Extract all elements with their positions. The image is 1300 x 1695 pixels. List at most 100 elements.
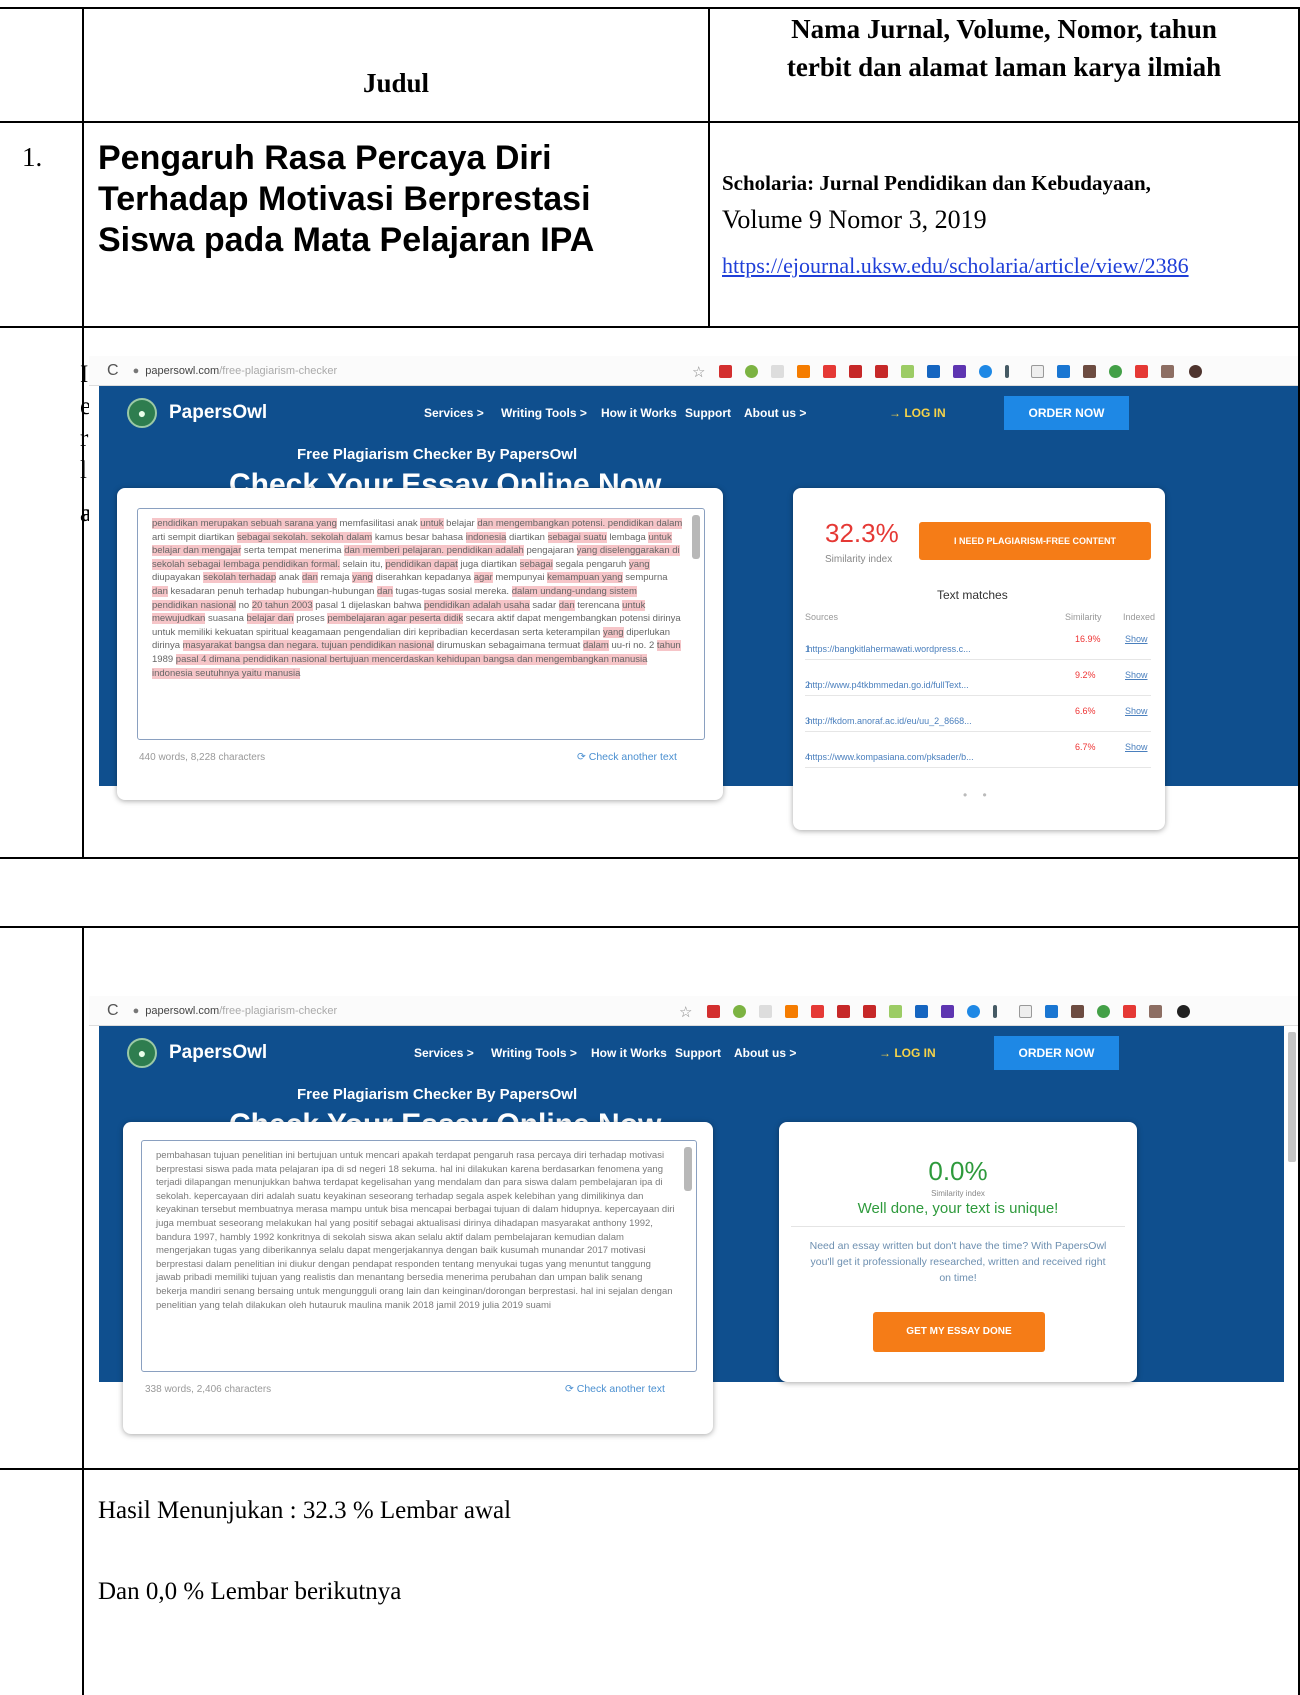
extension-icon[interactable] xyxy=(823,365,836,378)
extension-icon[interactable] xyxy=(1031,365,1044,378)
textarea-scrollbar[interactable] xyxy=(692,515,700,559)
order-now-button[interactable]: ORDER NOW xyxy=(1004,396,1129,430)
owl-logo-icon[interactable]: ● xyxy=(127,1038,157,1068)
nav-how-it-works[interactable]: How it Works xyxy=(591,1046,667,1060)
reload-icon[interactable]: C xyxy=(107,1002,119,1020)
extension-icon[interactable] xyxy=(967,1005,980,1018)
check-another-label: Check another text xyxy=(588,751,677,763)
nav-about[interactable]: About us > xyxy=(734,1046,796,1060)
extension-icon[interactable] xyxy=(1149,1005,1162,1018)
highlighted-match: yang xyxy=(352,572,373,584)
extension-icon[interactable] xyxy=(941,1005,954,1018)
extension-icon[interactable] xyxy=(719,365,732,378)
match-show-link[interactable]: Show xyxy=(1125,742,1148,752)
match-url[interactable]: 2 http://www.p4tkbmmedan.go.id/fullText.… xyxy=(805,670,969,690)
extension-icon[interactable] xyxy=(797,365,810,378)
extension-icon[interactable] xyxy=(1123,1005,1136,1018)
nav-services[interactable]: Services > xyxy=(424,406,484,420)
extension-icon[interactable] xyxy=(1019,1005,1032,1018)
extension-icon[interactable] xyxy=(993,1005,997,1018)
extension-icon[interactable] xyxy=(1071,1005,1084,1018)
login-link[interactable]: → LOG IN xyxy=(879,1046,936,1060)
extension-icon[interactable] xyxy=(889,1005,902,1018)
extension-icon[interactable] xyxy=(811,1005,824,1018)
extension-icon[interactable] xyxy=(849,365,862,378)
extension-icon[interactable] xyxy=(1109,365,1122,378)
extension-icon[interactable] xyxy=(1083,365,1096,378)
match-similarity: 9.2% xyxy=(1075,670,1096,680)
extension-icon[interactable] xyxy=(745,365,758,378)
nav-support[interactable]: Support xyxy=(675,1046,721,1060)
extension-icon[interactable] xyxy=(733,1005,746,1018)
screenshot-plagiarism-1: C ● papersowl.com/free-plagiarism-checke… xyxy=(89,356,1298,856)
reload-icon[interactable]: C xyxy=(107,362,119,380)
nav-support[interactable]: Support xyxy=(685,406,731,420)
nav-how-it-works[interactable]: How it Works xyxy=(601,406,677,420)
extension-icon[interactable] xyxy=(707,1005,720,1018)
extension-icon[interactable] xyxy=(979,365,992,378)
extension-icon[interactable] xyxy=(1097,1005,1110,1018)
textarea-scrollbar[interactable] xyxy=(684,1147,692,1191)
profile-avatar[interactable] xyxy=(1189,365,1202,378)
brand-name[interactable]: PapersOwl xyxy=(169,1042,267,1064)
essay-segment: selain itu, xyxy=(340,558,386,570)
login-icon: → xyxy=(879,1046,891,1060)
check-another-link[interactable]: ⟳ Check another text xyxy=(565,1383,665,1395)
extension-icon[interactable] xyxy=(759,1005,772,1018)
match-url[interactable]: 4 https://www.kompasiana.com/pksader/b..… xyxy=(805,742,974,762)
extension-icon[interactable] xyxy=(927,365,940,378)
extension-icon[interactable] xyxy=(953,365,966,378)
extension-icon[interactable] xyxy=(901,365,914,378)
login-label: LOG IN xyxy=(904,406,946,420)
nav-writing-tools[interactable]: Writing Tools > xyxy=(491,1046,577,1060)
brand-name[interactable]: PapersOwl xyxy=(169,402,267,424)
extension-icon[interactable] xyxy=(1057,365,1070,378)
extension-icon[interactable] xyxy=(1135,365,1148,378)
extension-icon[interactable] xyxy=(1045,1005,1058,1018)
essay-textarea[interactable]: pembahasan tujuan penelitian ini bertuju… xyxy=(141,1140,697,1372)
essay-textarea[interactable]: pendidikan merupakan sebuah sarana yang … xyxy=(137,508,705,740)
extension-icon[interactable] xyxy=(915,1005,928,1018)
url-bar[interactable]: papersowl.com/free-plagiarism-checker xyxy=(145,365,337,377)
match-show-link[interactable]: Show xyxy=(1125,670,1148,680)
nav-writing-tools[interactable]: Writing Tools > xyxy=(501,406,587,420)
owl-logo-icon[interactable]: ● xyxy=(127,398,157,428)
highlighted-match: dan xyxy=(377,585,393,597)
extension-icon[interactable] xyxy=(1161,365,1174,378)
results-pager[interactable]: • • xyxy=(963,788,993,802)
order-now-button[interactable]: ORDER NOW xyxy=(994,1036,1119,1070)
lock-icon: ● xyxy=(132,1004,140,1017)
match-show-link[interactable]: Show xyxy=(1125,706,1148,716)
unique-message: Well done, your text is unique! xyxy=(857,1200,1059,1217)
essay-segment: no xyxy=(235,599,252,611)
divider xyxy=(791,1226,1125,1227)
extension-icon[interactable] xyxy=(1005,365,1009,378)
match-row[interactable]: 4 https://www.kompasiana.com/pksader/b..… xyxy=(805,732,1151,768)
profile-avatar[interactable] xyxy=(1177,1005,1190,1018)
extension-icon[interactable] xyxy=(837,1005,850,1018)
url-bar[interactable]: papersowl.com/free-plagiarism-checker xyxy=(145,1005,337,1017)
match-url[interactable]: 3 http://fkdom.anoraf.ac.id/eu/uu_2_8668… xyxy=(805,706,972,726)
nav-services[interactable]: Services > xyxy=(414,1046,474,1060)
essay-segment: juga diartikan xyxy=(457,558,520,570)
login-link[interactable]: → LOG IN xyxy=(889,406,946,420)
page-scrollbar[interactable] xyxy=(1288,1032,1296,1162)
essay-segment: diartikan xyxy=(506,531,548,543)
extension-icon[interactable] xyxy=(771,365,784,378)
need-plagiarism-free-button[interactable]: I NEED PLAGIARISM-FREE CONTENT xyxy=(919,522,1151,560)
check-another-link[interactable]: ⟳ Check another text xyxy=(577,751,677,763)
extension-icon[interactable] xyxy=(863,1005,876,1018)
essay-segment: suasana xyxy=(205,613,247,625)
match-row[interactable]: 3 http://fkdom.anoraf.ac.id/eu/uu_2_8668… xyxy=(805,696,1151,732)
nav-about[interactable]: About us > xyxy=(744,406,806,420)
match-show-link[interactable]: Show xyxy=(1125,634,1148,644)
get-essay-done-button[interactable]: GET MY ESSAY DONE xyxy=(873,1312,1045,1352)
match-url[interactable]: 1 https://bangkitlahermawati.wordpress.c… xyxy=(805,634,971,654)
match-row[interactable]: 2 http://www.p4tkbmmedan.go.id/fullText.… xyxy=(805,660,1151,696)
star-icon[interactable]: ☆ xyxy=(679,1003,692,1021)
article-link[interactable]: https://ejournal.uksw.edu/scholaria/arti… xyxy=(722,247,1292,284)
match-row[interactable]: 1 https://bangkitlahermawati.wordpress.c… xyxy=(805,624,1151,660)
extension-icon[interactable] xyxy=(785,1005,798,1018)
extension-icon[interactable] xyxy=(875,365,888,378)
star-icon[interactable]: ☆ xyxy=(692,363,705,381)
